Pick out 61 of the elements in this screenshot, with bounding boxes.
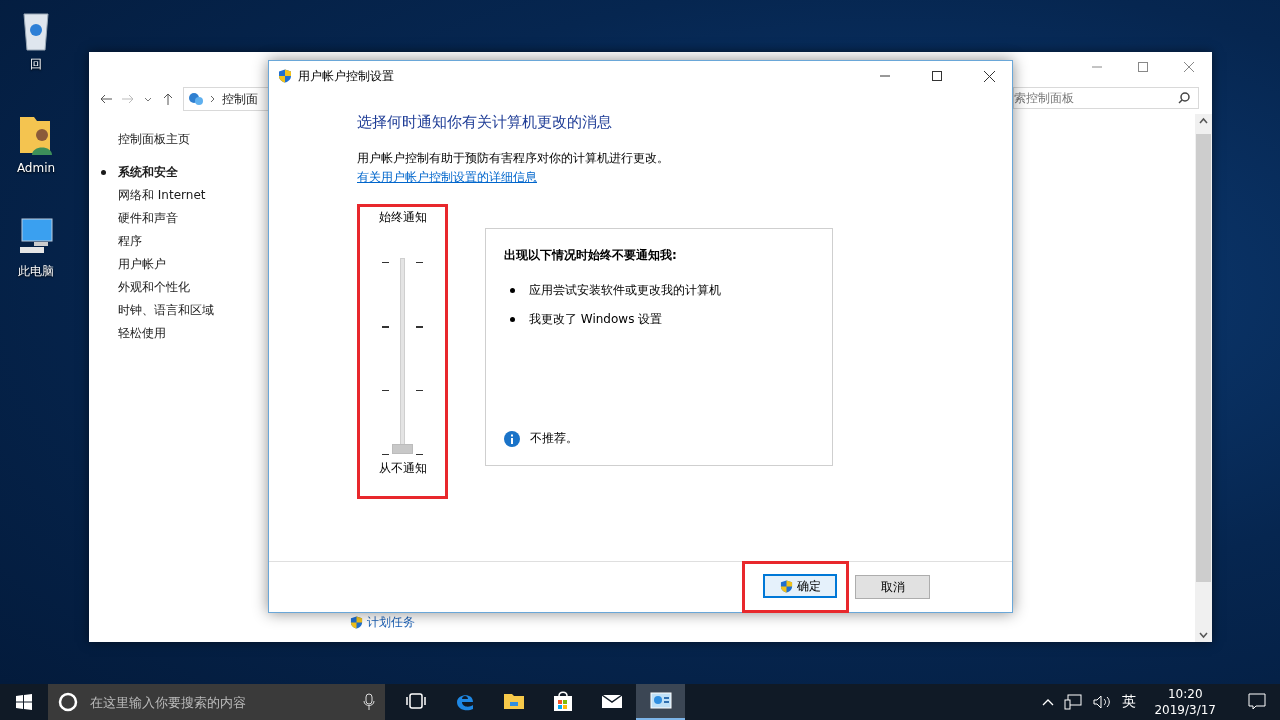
sidebar-item[interactable]: 时钟、语言和区域 xyxy=(118,301,214,319)
description-text: 用户帐户控制有助于预防有害程序对你的计算机进行更改。 xyxy=(357,150,670,167)
slider-thumb[interactable] xyxy=(391,444,413,454)
details-link[interactable]: 有关用户帐户控制设置的详细信息 xyxy=(357,169,537,186)
desktop-icon-label[interactable]: 回 xyxy=(30,56,42,73)
bullet-dot xyxy=(510,317,515,322)
bullet-text: 应用尝试安装软件或更改我的计算机 xyxy=(529,282,721,299)
input-method-indicator[interactable]: 英 xyxy=(1122,693,1137,711)
sidebar-item[interactable]: 外观和个性化 xyxy=(118,278,190,296)
search-field[interactable]: 索控制面板 xyxy=(1013,87,1199,109)
clock[interactable]: 10:20 2019/3/17 xyxy=(1154,686,1216,718)
up-button[interactable] xyxy=(161,92,175,106)
shield-icon xyxy=(350,616,363,629)
control-panel-icon xyxy=(188,92,204,106)
slider-top-label: 始终通知 xyxy=(378,209,427,226)
up-arrow-icon xyxy=(161,92,175,106)
bullet-text: 我更改了 Windows 设置 xyxy=(529,311,663,328)
taskbar-app-button[interactable] xyxy=(636,684,685,720)
task-link[interactable]: 计划任务 xyxy=(350,614,415,631)
microphone-icon[interactable] xyxy=(363,693,375,711)
shield-icon xyxy=(779,579,793,593)
info-title: 出现以下情况时始终不要通知我: xyxy=(504,247,678,264)
search-icon xyxy=(1178,92,1190,104)
info-icon xyxy=(504,430,520,447)
desktop-icon-label[interactable]: Admin xyxy=(16,161,56,175)
note-text: 不推荐。 xyxy=(530,430,578,447)
cortana-circle-icon xyxy=(58,692,78,712)
close-icon xyxy=(1184,62,1194,72)
sidebar-item[interactable]: 网络和 Internet xyxy=(118,186,206,204)
volume-icon[interactable] xyxy=(1092,694,1113,710)
desktop-icon-label[interactable]: 此电脑 xyxy=(18,263,54,280)
slider-bottom-label: 从不通知 xyxy=(378,460,427,477)
taskbar-search-field[interactable]: 在这里输入你要搜索的内容 xyxy=(48,684,385,720)
search-input[interactable]: 索控制面板 xyxy=(1014,90,1156,106)
sidebar-item[interactable]: 程序 xyxy=(118,232,142,250)
close-icon xyxy=(983,70,995,82)
shield-icon xyxy=(278,69,292,83)
forward-arrow-icon xyxy=(121,92,135,106)
maximize-icon xyxy=(932,71,942,81)
search-input[interactable]: 在这里输入你要搜索的内容 xyxy=(88,693,353,711)
sidebar-link[interactable]: 控制面板主页 xyxy=(118,130,190,148)
clock-date: 2019/3/17 xyxy=(1154,702,1216,718)
sidebar-item[interactable]: 用户帐户 xyxy=(118,255,166,273)
sidebar-item[interactable]: 硬件和声音 xyxy=(118,209,178,227)
bullet-dot xyxy=(510,288,515,293)
dialog-heading: 选择何时通知你有关计算机更改的消息 xyxy=(357,113,613,132)
ok-button[interactable]: 确定 xyxy=(763,574,837,598)
chevron-right-icon xyxy=(210,95,216,103)
chevron-up-icon[interactable] xyxy=(1042,698,1055,706)
maximize-icon xyxy=(1138,62,1148,72)
cancel-button[interactable]: 取消 xyxy=(855,575,930,599)
breadcrumb[interactable]: 控制面 xyxy=(222,90,258,108)
network-icon[interactable] xyxy=(1064,694,1083,710)
scrollbar[interactable] xyxy=(1195,114,1212,642)
sidebar-item[interactable]: 系统和安全 xyxy=(101,163,178,181)
windows-logo-icon xyxy=(16,694,32,710)
window-title: 用户帐户控制设置 xyxy=(298,67,395,85)
back-button[interactable] xyxy=(99,92,113,106)
clock-time: 10:20 xyxy=(1167,686,1203,702)
back-arrow-icon xyxy=(99,92,113,106)
sidebar-item[interactable]: 轻松使用 xyxy=(118,324,166,342)
